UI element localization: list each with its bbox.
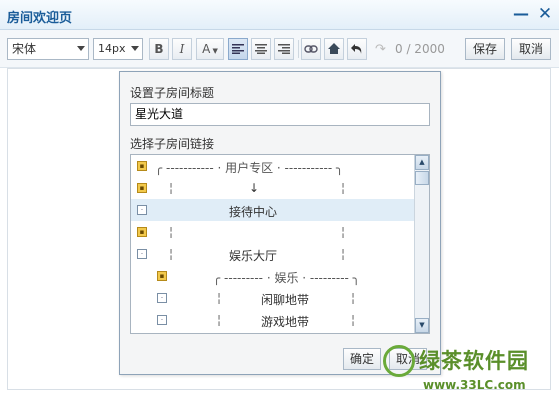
link-field-label: 选择子房间链接: [130, 137, 215, 151]
align-left-icon: [232, 44, 244, 54]
window-title: 房间欢迎页: [7, 11, 73, 26]
list-item-label: ╭ --------- · 娱乐 · --------- ╮: [213, 271, 360, 285]
align-right-icon: [278, 44, 290, 54]
window-titlebar: 房间欢迎页 — ✕: [0, 0, 559, 30]
list-item-selected[interactable]: · 接待中心: [131, 199, 414, 221]
tree-line: ¦: [169, 247, 174, 261]
toolbar-divider: [298, 40, 299, 58]
watermark-brand: 绿茶软件园: [419, 349, 529, 373]
lock-icon: ▪: [157, 271, 167, 281]
redo-icon[interactable]: ↷: [375, 42, 386, 57]
subroom-title-input[interactable]: 星光大道: [130, 103, 430, 126]
list-item[interactable]: ▪ ╭ ----------- · 用户专区 · ----------- ╮: [131, 155, 414, 177]
align-center-icon: [255, 44, 267, 54]
font-family-value: 宋体: [12, 42, 37, 56]
room-icon: ·: [157, 315, 167, 325]
chevron-down-icon: [77, 46, 85, 51]
editor-toolbar: 宋体 14px B I A ▼ ↷ 0 / 2000 保存 取消: [0, 30, 559, 68]
tree-line: ¦: [169, 181, 174, 195]
link-icon: [304, 45, 318, 53]
room-icon: ·: [137, 205, 147, 215]
tree-line: ¦: [341, 181, 346, 195]
italic-button[interactable]: I: [172, 38, 192, 60]
watermark-url: www.33LC.com: [423, 378, 526, 392]
list-item[interactable]: · ¦ 游戏地带 ¦: [131, 309, 414, 331]
scroll-down-icon[interactable]: ▼: [415, 318, 429, 333]
room-icon: ·: [137, 249, 147, 259]
font-size-select[interactable]: 14px: [93, 38, 143, 60]
minimize-icon[interactable]: —: [512, 5, 530, 23]
confirm-button[interactable]: 确定: [343, 348, 381, 370]
title-field-label: 设置子房间标题: [130, 86, 215, 100]
lock-icon: ▪: [137, 161, 147, 171]
undo-icon: [351, 44, 362, 54]
save-button[interactable]: 保存: [465, 38, 505, 60]
list-item-label: 接待中心: [229, 205, 278, 219]
undo-button[interactable]: [347, 38, 367, 60]
font-size-value: 14px: [98, 42, 126, 55]
list-item-label: ╭ ----------- · 用户专区 · ----------- ╮: [155, 161, 344, 175]
align-right-button[interactable]: [274, 38, 294, 60]
lock-icon: ▪: [137, 183, 147, 193]
tree-line: ¦: [341, 247, 346, 261]
chevron-down-icon: ▼: [210, 47, 218, 55]
subroom-dialog: 设置子房间标题 星光大道 选择子房间链接 ▪ ╭ ----------- · 用…: [119, 71, 441, 375]
list-item-label: ↓: [249, 181, 260, 195]
close-icon[interactable]: ✕: [536, 5, 554, 23]
list-item-label: 闲聊地带: [261, 293, 310, 307]
scroll-up-icon[interactable]: ▲: [415, 155, 429, 170]
watermark-logo-icon: [383, 345, 415, 377]
align-center-button[interactable]: [251, 38, 271, 60]
room-icon: ·: [157, 293, 167, 303]
tree-line: ¦: [341, 225, 346, 239]
list-item[interactable]: · ¦ 闲聊地带 ¦: [131, 287, 414, 309]
tree-line: ¦: [351, 313, 356, 327]
site-watermark: 绿茶软件园 www.33LC.com: [383, 343, 559, 401]
cancel-button[interactable]: 取消: [511, 38, 551, 60]
chevron-down-icon: [131, 46, 139, 51]
scroll-thumb[interactable]: [415, 171, 429, 185]
list-item[interactable]: ▪ ¦ ↓ ¦: [131, 177, 414, 199]
list-item[interactable]: · ¦ 娱乐大厅 ¦: [131, 243, 414, 265]
tree-line: ¦: [217, 291, 222, 305]
link-button[interactable]: [301, 38, 321, 60]
list-item[interactable]: ▪ ¦ ¦: [131, 221, 414, 243]
char-counter: 0 / 2000: [395, 42, 445, 56]
bold-button[interactable]: B: [149, 38, 169, 60]
tree-line: ¦: [217, 313, 222, 327]
list-item-label: 娱乐大厅: [229, 249, 278, 263]
room-link-list[interactable]: ▪ ╭ ----------- · 用户专区 · ----------- ╮ ▪…: [130, 154, 430, 334]
text-color-button[interactable]: A ▼: [196, 38, 224, 60]
list-scrollbar[interactable]: ▲ ▼: [414, 155, 429, 333]
house-icon: [328, 43, 340, 54]
list-item[interactable]: ▪ ╭ --------- · 娱乐 · --------- ╮: [131, 265, 414, 287]
room-link-button[interactable]: [324, 38, 344, 60]
align-left-button[interactable]: [228, 38, 248, 60]
tree-line: ¦: [169, 225, 174, 239]
font-family-select[interactable]: 宋体: [7, 38, 89, 60]
tree-line: ¦: [351, 291, 356, 305]
lock-icon: ▪: [137, 227, 147, 237]
list-item-label: 游戏地带: [261, 315, 310, 329]
